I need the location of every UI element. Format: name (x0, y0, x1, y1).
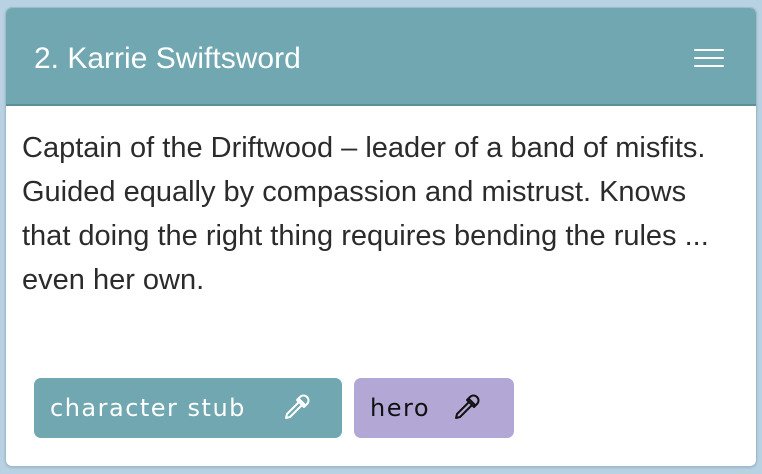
tag-label: character stub (50, 394, 246, 422)
hamburger-menu-icon[interactable] (686, 44, 732, 74)
card-header: 2. Karrie Swiftsword (6, 8, 756, 106)
card-title: 2. Karrie Swiftsword (34, 42, 301, 75)
tag-character-stub[interactable]: character stub (34, 378, 342, 438)
tag-label: hero (370, 394, 430, 422)
eyedropper-icon[interactable] (450, 392, 482, 424)
card-description: Captain of the Driftwood – leader of a b… (22, 132, 709, 296)
character-card: 2. Karrie Swiftsword Captain of the Drif… (6, 8, 756, 466)
tag-hero[interactable]: hero (354, 378, 514, 438)
eyedropper-icon[interactable] (280, 392, 312, 424)
